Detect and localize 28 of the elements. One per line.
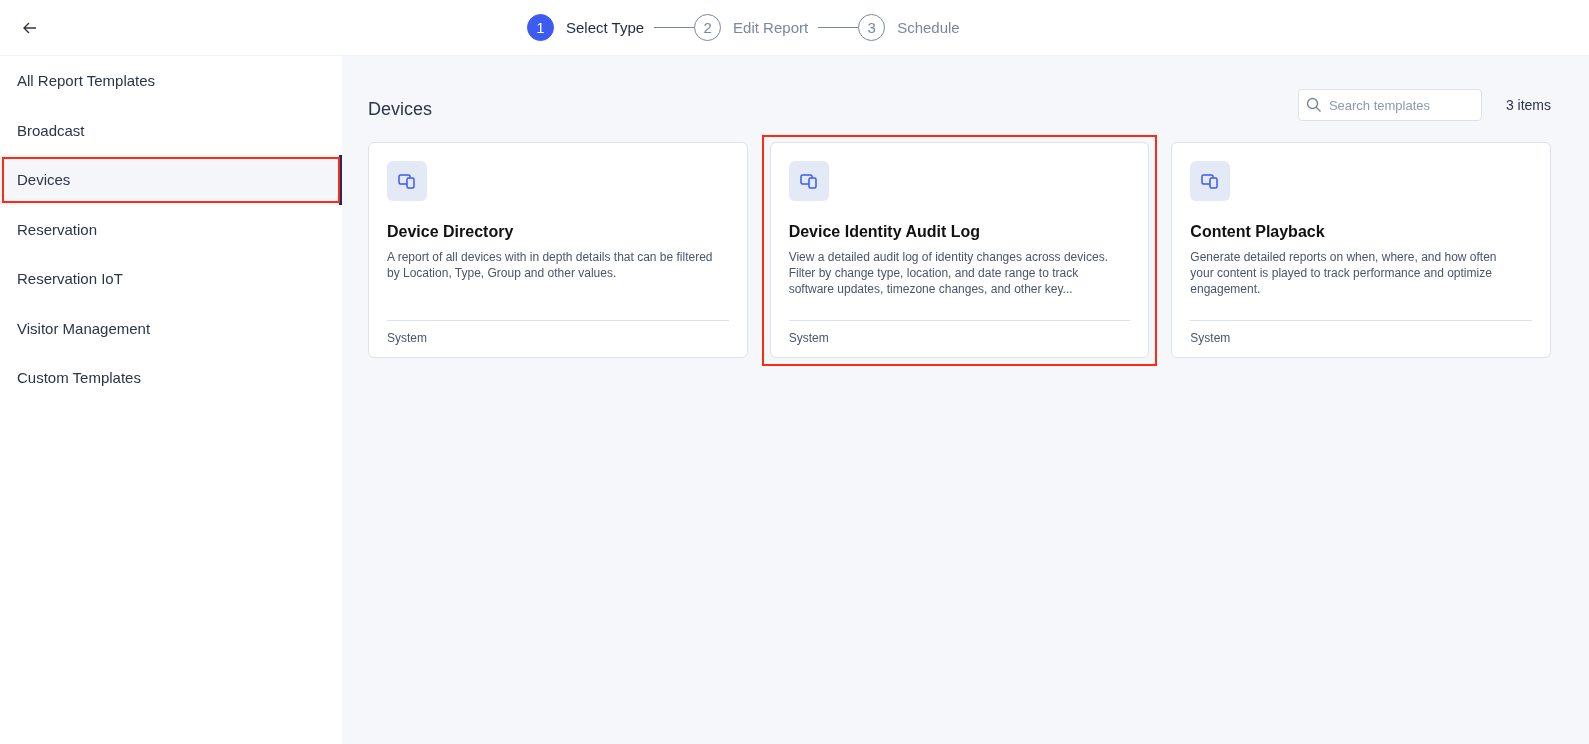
step[interactable]: 1 Select Type xyxy=(527,14,645,41)
card-footer: System xyxy=(788,320,1131,345)
card-description: Generate detailed reports on when, where, and how often your content is played to track performance and optimize engagement. xyxy=(1190,249,1498,298)
card-description: View a detailed audit log of identity changes across devices. Filter by change type, location, and date range to track software updates, timezone changes, and other key... xyxy=(788,249,1109,298)
sidebar-item[interactable]: Visitor Management xyxy=(0,303,342,353)
sidebar-item[interactable]: Devices xyxy=(0,155,342,205)
sidebar-item[interactable]: All Report Templates xyxy=(0,56,342,106)
item-count: 3 items xyxy=(1505,97,1551,113)
template-card[interactable]: Device Directory A report of all devices with in depth details that can be filtered by Location, Type, Group and other values. System xyxy=(368,142,748,358)
card-description: A report of all devices with in depth details that can be filtered by Location, Type, Group and other values. xyxy=(387,249,714,282)
step[interactable]: 3 Schedule xyxy=(858,14,960,41)
search-field[interactable]: Search templates xyxy=(1297,89,1482,121)
template-card[interactable]: Content Playback Generate detailed reports on when, where, and how often your content is played to track performance and optimize engagement. System xyxy=(1171,142,1551,358)
card-footer: System xyxy=(1190,320,1532,345)
device-icon xyxy=(387,161,427,201)
card-title: Device Identity Audit Log xyxy=(788,223,982,241)
card-title: Content Playback xyxy=(1190,223,1326,241)
card-title: Device Directory xyxy=(387,223,515,241)
device-icon xyxy=(1190,161,1231,201)
step[interactable]: 2 Edit Report xyxy=(694,14,809,41)
back-arrow-icon xyxy=(22,20,38,36)
section-heading: Devices xyxy=(368,98,434,120)
sidebar-item[interactable]: Broadcast xyxy=(0,105,342,155)
sidebar-item[interactable]: Reservation IoT xyxy=(0,254,342,304)
sidebar-item[interactable]: Custom Templates xyxy=(0,353,342,403)
card-footer: System xyxy=(387,320,729,345)
device-icon xyxy=(788,161,829,201)
sidebar-item[interactable]: Reservation xyxy=(0,204,342,254)
